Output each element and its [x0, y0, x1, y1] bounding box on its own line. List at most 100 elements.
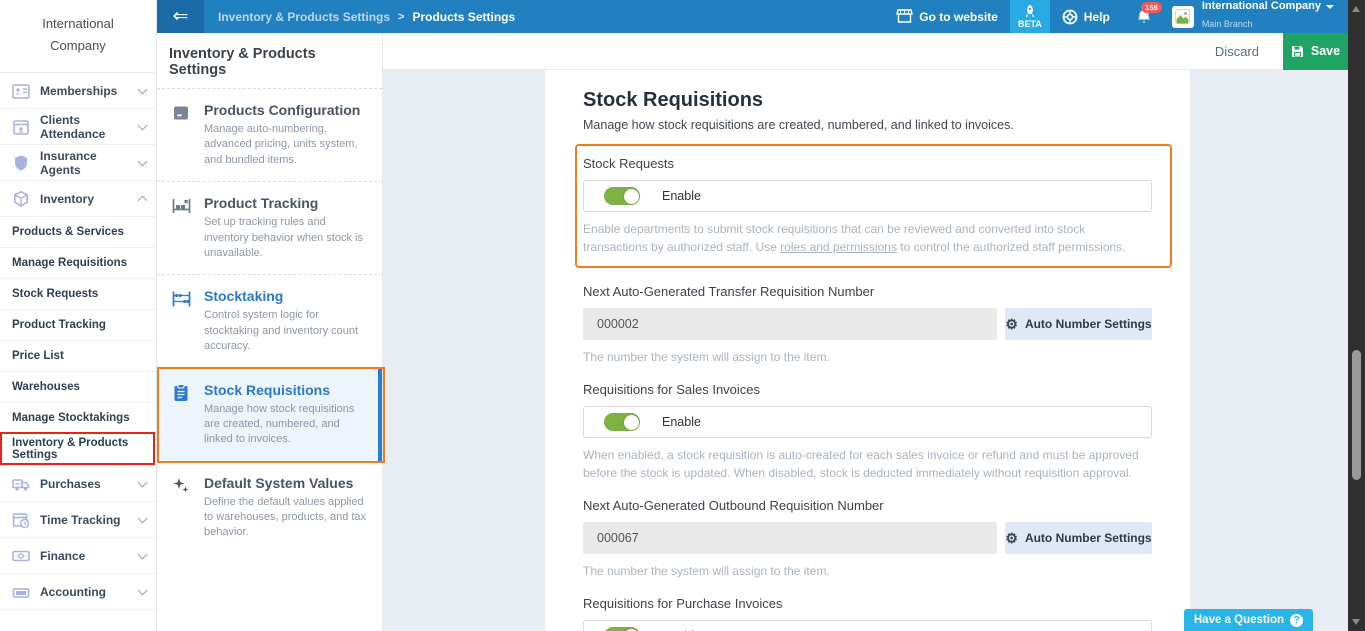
- cube-icon: [11, 189, 31, 209]
- clipboard-icon: [171, 382, 193, 448]
- breadcrumb-current: Products Settings: [412, 10, 515, 24]
- beta-button[interactable]: BETA: [1010, 0, 1050, 33]
- sidebar-item-label: Inventory: [40, 192, 139, 206]
- purchase-invoices-label: Requisitions for Purchase Invoices: [583, 596, 1152, 612]
- cash-icon: [11, 582, 31, 602]
- purchase-invoices-toggle[interactable]: [604, 627, 640, 631]
- company-logo[interactable]: International Company: [0, 0, 156, 72]
- abacus-icon: [171, 288, 193, 354]
- settings-item-stock-requisitions[interactable]: Stock Requisitions Manage how stock requ…: [157, 368, 382, 461]
- sidebar-item-memberships[interactable]: Memberships: [0, 73, 156, 109]
- gear-icon: ⚙: [1005, 317, 1018, 331]
- sidebar-item-finance[interactable]: Finance: [0, 538, 156, 574]
- toggle-label: Enable: [662, 415, 701, 429]
- beta-label: BETA: [1018, 19, 1042, 29]
- sidebar-subitem-manage-requisitions[interactable]: Manage Requisitions: [0, 248, 156, 279]
- outbound-auto-number-settings-button[interactable]: ⚙ Auto Number Settings: [1005, 522, 1152, 554]
- sidebar-subitem-stock-requests[interactable]: Stock Requests: [0, 279, 156, 310]
- save-button[interactable]: Save: [1283, 33, 1348, 70]
- roles-and-permissions-link[interactable]: roles and permissions: [780, 240, 897, 254]
- notifications-button[interactable]: 155: [1122, 0, 1166, 33]
- stock-requisitions-form: Stock Requisitions Manage how stock requ…: [545, 70, 1190, 631]
- go-to-website-button[interactable]: Go to website: [884, 0, 1010, 33]
- account-company-name: International Company: [1202, 0, 1321, 13]
- outbound-number-input[interactable]: [583, 522, 997, 554]
- gear-icon: ⚙: [1005, 531, 1018, 545]
- go-to-website-label: Go to website: [919, 10, 998, 24]
- back-button[interactable]: ⇐: [157, 0, 204, 33]
- settings-item-default-system-values[interactable]: Default System Values Define the default…: [157, 461, 382, 554]
- settings-item-desc: Define the default values applied to war…: [204, 495, 370, 541]
- sidebar-subitem-products-services[interactable]: Products & Services: [0, 217, 156, 248]
- sidebar-subitem-label: Manage Stocktakings: [12, 412, 130, 424]
- scrollbar-thumb[interactable]: [1352, 350, 1361, 480]
- company-logo-icon: [1172, 6, 1194, 28]
- discard-button[interactable]: Discard: [1215, 44, 1259, 59]
- transfer-auto-number-settings-button[interactable]: ⚙ Auto Number Settings: [1005, 308, 1152, 340]
- shield-icon: [11, 153, 31, 173]
- chevron-down-icon: [138, 513, 148, 523]
- breadcrumb-parent[interactable]: Inventory & Products Settings: [218, 10, 390, 24]
- life-ring-icon: [1062, 9, 1078, 25]
- settings-item-desc: Set up tracking rules and inventory beha…: [204, 215, 370, 261]
- company-account-switcher[interactable]: International Company Main Branch: [1166, 0, 1348, 33]
- page-title: Stock Requisitions: [583, 88, 1152, 112]
- sidebar-item-inventory[interactable]: Inventory: [0, 181, 156, 217]
- settings-item-title: Stock Requisitions: [204, 382, 370, 398]
- sidebar-item-purchases[interactable]: Purchases: [0, 466, 156, 502]
- stock-requests-hint: Enable departments to submit stock requi…: [583, 220, 1152, 256]
- outbound-number-label: Next Auto-Generated Outbound Requisition…: [583, 498, 1152, 514]
- calendar-clock-icon: [11, 510, 31, 530]
- chevron-up-icon: [138, 196, 148, 206]
- caret-down-icon: [1326, 5, 1334, 9]
- sidebar-item-time-tracking[interactable]: Time Tracking: [0, 502, 156, 538]
- breadcrumb: Inventory & Products Settings > Products…: [218, 0, 515, 33]
- chevron-down-icon: [138, 156, 148, 166]
- sidebar-item-accounting[interactable]: Accounting: [0, 574, 156, 610]
- stock-requests-toggle[interactable]: [604, 187, 640, 205]
- sidebar-item-insurance-agents[interactable]: Insurance Agents: [0, 145, 156, 181]
- sidebar-subitem-label: Price List: [12, 350, 64, 362]
- sales-invoices-hint: When enabled, a stock requisition is aut…: [583, 446, 1152, 482]
- sidebar-subitem-label: Inventory & Products Settings: [12, 437, 148, 461]
- settings-item-product-tracking[interactable]: Product Tracking Set up tracking rules a…: [157, 181, 382, 274]
- hint-text: to control the authorized staff permissi…: [897, 240, 1126, 254]
- transfer-number-input[interactable]: [583, 308, 997, 340]
- sales-invoices-toggle[interactable]: [604, 413, 640, 431]
- page-scrollbar[interactable]: [1348, 0, 1365, 631]
- outbound-number-hint: The number the system will assign to the…: [583, 562, 1152, 580]
- chevron-down-icon: [138, 477, 148, 487]
- sidebar-subitem-manage-stocktakings[interactable]: Manage Stocktakings: [0, 403, 156, 434]
- settings-panel-title: Inventory & Products Settings: [157, 33, 382, 88]
- scroll-down-arrow-icon[interactable]: [1352, 619, 1360, 625]
- settings-item-title: Default System Values: [204, 475, 370, 491]
- chevron-down-icon: [138, 549, 148, 559]
- settings-nav-panel: Inventory & Products Settings Products C…: [157, 33, 383, 631]
- truck-icon: [11, 474, 31, 494]
- sidebar-subitem-warehouses[interactable]: Warehouses: [0, 372, 156, 403]
- sidebar-subitem-inventory-products-settings[interactable]: Inventory & Products Settings: [0, 434, 156, 465]
- sidebar-item-label: Insurance Agents: [40, 149, 139, 177]
- back-double-arrow-icon: ⇐: [173, 5, 189, 28]
- save-label: Save: [1311, 44, 1340, 58]
- sales-invoices-toggle-box: Enable: [583, 406, 1152, 438]
- help-label: Help: [1084, 10, 1110, 24]
- settings-item-products-configuration[interactable]: Products Configuration Manage auto-numbe…: [157, 88, 382, 181]
- sidebar-subitem-price-list[interactable]: Price List: [0, 341, 156, 372]
- help-button[interactable]: Help: [1050, 0, 1122, 33]
- auto-number-settings-label: Auto Number Settings: [1025, 531, 1152, 545]
- notification-count-badge: 155: [1141, 2, 1162, 13]
- settings-item-title: Product Tracking: [204, 195, 370, 211]
- breadcrumb-separator-icon: >: [398, 11, 404, 23]
- sidebar-subitem-product-tracking[interactable]: Product Tracking: [0, 310, 156, 341]
- scroll-up-arrow-icon[interactable]: [1352, 6, 1360, 12]
- settings-item-title: Products Configuration: [204, 102, 370, 118]
- sidebar-item-label: Memberships: [40, 84, 139, 98]
- page-subtitle: Manage how stock requisitions are create…: [583, 118, 1152, 132]
- auto-number-settings-label: Auto Number Settings: [1025, 317, 1152, 331]
- company-name-line2: Company: [8, 35, 148, 57]
- have-a-question-button[interactable]: Have a Question ?: [1184, 609, 1313, 631]
- settings-item-stocktaking[interactable]: Stocktaking Control system logic for sto…: [157, 274, 382, 367]
- sidebar-item-label: Accounting: [40, 585, 139, 599]
- sidebar-item-clients-attendance[interactable]: Clients Attendance: [0, 109, 156, 145]
